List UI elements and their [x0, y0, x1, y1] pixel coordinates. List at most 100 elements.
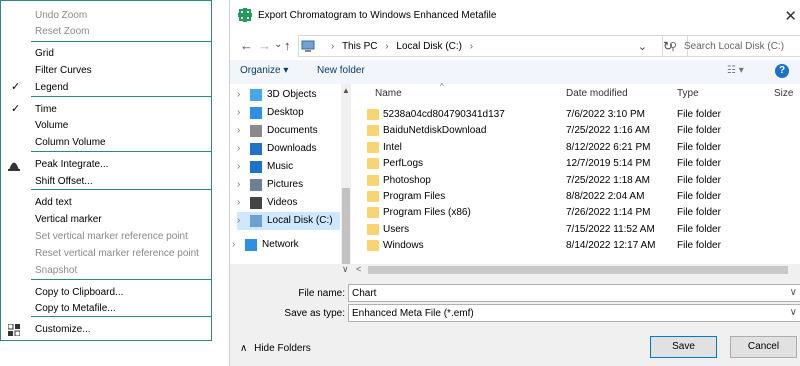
breadcrumb-this-pc[interactable]: This PC: [342, 41, 378, 52]
expand-chevron-icon[interactable]: ›: [237, 140, 240, 158]
column-date-modified[interactable]: Date modified: [566, 88, 628, 99]
back-arrow-icon[interactable]: ←: [240, 38, 253, 53]
tree-item-pictures[interactable]: › Pictures: [237, 176, 340, 194]
chevron-down-icon[interactable]: ∨: [790, 287, 797, 298]
menu-item-copy-to-metafile[interactable]: Copy to Metafile...: [1, 300, 211, 317]
file-row[interactable]: Windows 8/14/2022 12:17 AM File folder: [353, 238, 800, 254]
search-box[interactable]: ⚲ Search Local Disk (C:): [662, 35, 800, 57]
menu-item-add-text[interactable]: Add text: [1, 194, 211, 211]
menu-separator: [31, 279, 211, 280]
chevron-down-icon[interactable]: ∨: [790, 307, 797, 318]
folder-icon: [367, 240, 379, 252]
nav-pane-scrollbar[interactable]: ▲: [341, 84, 351, 264]
organize-button[interactable]: Organize ▾: [240, 65, 288, 76]
tree-item-3d-objects[interactable]: › 3D Objects: [237, 86, 340, 104]
file-type: File folder: [677, 191, 721, 202]
column-name[interactable]: Name: [375, 88, 402, 99]
file-row[interactable]: BaiduNetdiskDownload 7/25/2022 1:16 AM Fil…: [353, 123, 800, 139]
file-date: 12/7/2019 5:14 PM: [566, 158, 651, 170]
expand-chevron-icon[interactable]: ›: [237, 212, 240, 230]
folder-icon: [367, 207, 379, 219]
file-name-field[interactable]: Chart ∨: [348, 284, 800, 302]
expand-chevron-icon[interactable]: ›: [237, 176, 240, 194]
menu-item-snapshot[interactable]: Snapshot: [1, 262, 211, 279]
menu-item-copy-to-clipboard[interactable]: Copy to Clipboard...: [1, 284, 211, 301]
scroll-down-icon[interactable]: ∨: [342, 264, 349, 275]
cancel-button[interactable]: Cancel: [730, 336, 797, 358]
menu-item-undo-zoom[interactable]: Undo Zoom: [1, 7, 211, 24]
menu-item-set-vertical-marker-reference-point[interactable]: Set vertical marker reference point: [1, 228, 211, 245]
column-size[interactable]: Size: [774, 88, 793, 99]
folder-icon: [367, 174, 379, 186]
file-row[interactable]: Users 7/15/2022 11:52 AM File folder: [353, 222, 800, 238]
hide-folders-toggle[interactable]: ∧ Hide Folders: [240, 343, 311, 354]
export-dialog: Export Chromatogram to Windows Enhanced …: [229, 0, 800, 366]
menu-item-reset-zoom[interactable]: Reset Zoom: [1, 23, 211, 40]
menu-item-volume[interactable]: Volume: [1, 117, 211, 134]
expand-chevron-icon[interactable]: ›: [237, 158, 240, 176]
address-bar[interactable]: › This PC › Local Disk (C:) › ⌄ ↻: [298, 35, 688, 57]
expand-chevron-icon[interactable]: ›: [237, 122, 240, 140]
file-date: 7/15/2022 11:52 AM: [566, 223, 655, 235]
recent-locations-icon[interactable]: ⌄: [274, 39, 282, 50]
tree-item-music[interactable]: › Music: [237, 158, 340, 176]
breadcrumb-separator: ›: [469, 41, 474, 52]
save-button[interactable]: Save: [650, 336, 717, 358]
menu-separator: [31, 41, 211, 42]
tree-item-downloads[interactable]: › Downloads: [237, 140, 340, 158]
up-arrow-icon[interactable]: ↑: [284, 38, 291, 53]
tree-item-videos[interactable]: › Videos: [237, 194, 340, 212]
menu-separator: [31, 189, 211, 190]
file-row[interactable]: 5238a04cd804790341d137 7/6/2022 3:10 PM Fi…: [353, 107, 800, 123]
file-row[interactable]: Photoshop 7/25/2022 1:18 AM File folder: [353, 173, 800, 189]
menu-item-grid[interactable]: Grid: [1, 45, 211, 62]
menu-item-legend[interactable]: ✓ Legend: [1, 79, 211, 96]
menu-item-time[interactable]: ✓ Time: [1, 101, 211, 118]
horizontal-scrollbar[interactable]: ∨ <: [230, 264, 800, 276]
file-name: Users: [383, 223, 410, 235]
menu-item-vertical-marker[interactable]: Vertical marker: [1, 211, 211, 228]
file-date: 8/8/2022 2:04 AM: [566, 191, 645, 202]
close-icon[interactable]: ✕: [784, 7, 797, 25]
pictures-icon: [250, 179, 262, 191]
breadcrumb-local-disk[interactable]: Local Disk (C:): [396, 41, 462, 52]
expand-chevron-icon[interactable]: ›: [237, 86, 240, 104]
forward-arrow-icon[interactable]: →: [258, 38, 271, 53]
menu-item-label: Reset Zoom: [35, 26, 90, 37]
help-icon[interactable]: ?: [775, 64, 789, 78]
file-row[interactable]: Intel 8/12/2022 6:21 PM File folder: [353, 140, 800, 156]
file-row[interactable]: Program Files (x86) 7/26/2022 1:14 PM File…: [353, 205, 800, 221]
documents-icon: [250, 125, 262, 137]
tree-item-desktop[interactable]: › Desktop: [237, 104, 340, 122]
scroll-left-icon[interactable]: <: [356, 264, 361, 274]
tree-item-documents[interactable]: › Documents: [237, 122, 340, 140]
menu-item-shift-offset[interactable]: Shift Offset...: [1, 173, 211, 190]
file-row[interactable]: PerfLogs 12/7/2019 5:14 PM File folder: [353, 156, 800, 172]
menu-item-peak-integrate[interactable]: Peak Integrate...: [1, 156, 211, 173]
file-name-value: Chart: [352, 288, 377, 299]
column-type[interactable]: Type: [677, 88, 699, 99]
menu-item-filter-curves[interactable]: Filter Curves: [1, 62, 211, 79]
save-type-value: Enhanced Meta File (*.emf): [352, 308, 474, 319]
tree-item-local-disk[interactable]: › Local Disk (C:): [237, 212, 340, 230]
file-row[interactable]: Program Files 8/8/2022 2:04 AM File folder: [353, 189, 800, 205]
tree-item-network[interactable]: › Network: [232, 236, 340, 254]
expand-chevron-icon[interactable]: ›: [237, 194, 240, 212]
file-date: 7/26/2022 1:14 PM: [566, 207, 651, 219]
file-date: 7/25/2022 1:18 AM: [566, 174, 650, 186]
address-dropdown-icon[interactable]: ⌄: [638, 40, 647, 53]
expand-chevron-icon[interactable]: ›: [232, 236, 235, 254]
new-folder-button[interactable]: New folder: [317, 65, 365, 76]
save-type-select[interactable]: Enhanced Meta File (*.emf) ∨: [348, 304, 800, 322]
view-options-icon[interactable]: ☷ ▾: [727, 65, 744, 76]
videos-icon: [250, 197, 262, 209]
menu-item-reset-vertical-marker-reference-point[interactable]: Reset vertical marker reference point: [1, 245, 211, 262]
music-icon: [250, 161, 262, 173]
file-name: 5238a04cd804790341d137: [383, 109, 505, 120]
horizontal-scroll-thumb[interactable]: [368, 266, 788, 274]
scroll-thumb[interactable]: [342, 188, 350, 264]
expand-chevron-icon[interactable]: ›: [237, 104, 240, 122]
menu-item-customize[interactable]: Customize...: [1, 321, 211, 338]
menu-item-column-volume[interactable]: Column Volume: [1, 134, 211, 151]
scroll-up-icon[interactable]: ▲: [342, 86, 350, 95]
